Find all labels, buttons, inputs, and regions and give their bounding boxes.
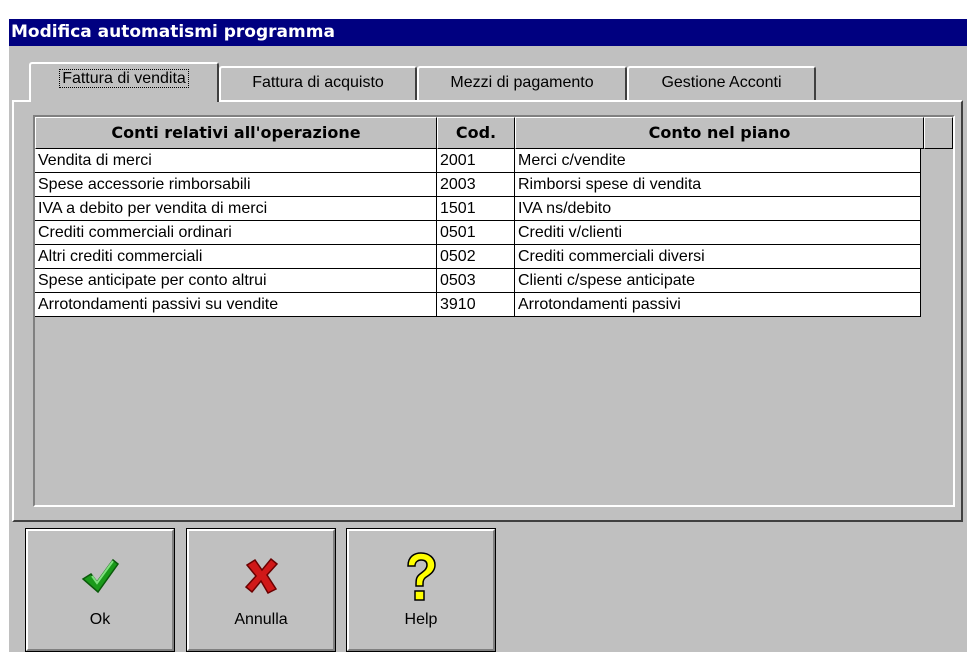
cell-conto-piano[interactable]: Crediti commerciali diversi [515, 245, 921, 269]
cell-conto-piano[interactable]: IVA ns/debito [515, 197, 921, 221]
cell-conto[interactable]: Spese anticipate per conto altrui [35, 269, 437, 293]
cell-codice[interactable]: 0501 [437, 221, 515, 245]
column-header-cod[interactable]: Cod. [437, 117, 515, 149]
help-button[interactable]: Help [346, 528, 496, 652]
tab-fattura-di-acquisto[interactable]: Fattura di acquisto [219, 66, 417, 100]
column-header-extra [924, 117, 953, 149]
help-label: Help [404, 611, 438, 628]
checkmark-icon [80, 557, 120, 600]
cell-conto-piano[interactable]: Clienti c/spese anticipate [515, 269, 921, 293]
cell-codice[interactable]: 0502 [437, 245, 515, 269]
column-header-conti[interactable]: Conti relativi all'operazione [35, 117, 437, 149]
tab-label: Gestione Acconti [661, 74, 782, 91]
cell-codice[interactable]: 2001 [437, 149, 515, 173]
cell-codice[interactable]: 1501 [437, 197, 515, 221]
dialog-window: Modifica automatismi programma Fattura d… [9, 19, 967, 652]
tab-mezzi-di-pagamento[interactable]: Mezzi di pagamento [417, 66, 627, 100]
cell-conto[interactable]: Arrotondamenti passivi su vendite [35, 293, 437, 317]
tab-label: Fattura di vendita [59, 69, 189, 88]
cell-conto[interactable]: Crediti commerciali ordinari [35, 221, 437, 245]
column-header-conto-piano[interactable]: Conto nel piano [515, 117, 924, 149]
cancel-button[interactable]: Annulla [186, 528, 336, 652]
cell-conto[interactable]: Spese accessorie rimborsabili [35, 173, 437, 197]
cell-codice[interactable]: 0503 [437, 269, 515, 293]
cross-icon [242, 557, 280, 600]
cell-conto-piano[interactable]: Arrotondamenti passivi [515, 293, 921, 317]
tab-label: Fattura di acquisto [252, 74, 384, 91]
accounts-grid: Conti relativi all'operazione Cod. Conto… [33, 115, 955, 507]
cell-conto[interactable]: Altri crediti commerciali [35, 245, 437, 269]
tab-label: Mezzi di pagamento [450, 74, 594, 91]
cell-conto-piano[interactable]: Crediti v/clienti [515, 221, 921, 245]
cell-codice[interactable]: 3910 [437, 293, 515, 317]
tab-fattura-di-vendita[interactable]: Fattura di vendita [29, 62, 219, 102]
cell-conto[interactable]: IVA a debito per vendita di merci [35, 197, 437, 221]
cell-codice[interactable]: 2003 [437, 173, 515, 197]
cancel-label: Annulla [234, 611, 288, 628]
question-mark-icon [403, 551, 439, 608]
tab-gestione-acconti[interactable]: Gestione Acconti [627, 66, 816, 100]
window-title: Modifica automatismi programma [9, 19, 967, 46]
cell-conto-piano[interactable]: Merci c/vendite [515, 149, 921, 173]
cell-conto-piano[interactable]: Rimborsi spese di vendita [515, 173, 921, 197]
ok-label: Ok [89, 611, 111, 628]
ok-button[interactable]: Ok [25, 528, 175, 652]
cell-conto[interactable]: Vendita di merci [35, 149, 437, 173]
